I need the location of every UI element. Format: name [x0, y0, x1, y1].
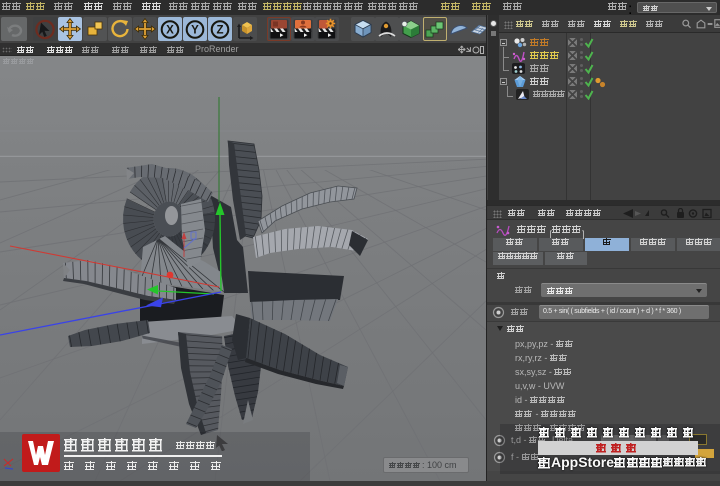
svg-text:Z: Z: [216, 25, 223, 37]
svg-text:Y: Y: [191, 25, 199, 37]
svg-text:X: X: [166, 25, 174, 37]
